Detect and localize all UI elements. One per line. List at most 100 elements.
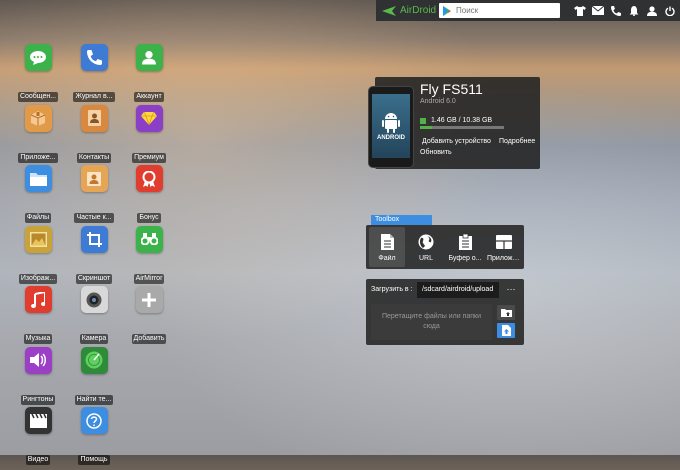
airdroid-arrow-icon (382, 5, 396, 16)
app-account[interactable]: Аккаунт (120, 44, 178, 107)
play-store-icon (443, 5, 451, 16)
app-label: Найти те... (74, 394, 114, 405)
device-name: Fly FS511 (420, 81, 483, 97)
airdroid-logo[interactable]: AirDroid (382, 5, 439, 16)
bell-icon[interactable] (626, 3, 641, 18)
plus-icon (135, 286, 163, 313)
app-label: Изображ... (18, 273, 58, 284)
badge-icon (135, 165, 163, 192)
app-folder[interactable]: Файлы (9, 165, 67, 228)
toolbox-tab[interactable]: Toolbox (371, 215, 432, 225)
app-label: Частые к... (74, 213, 114, 223)
clipboard-icon (458, 233, 472, 250)
app-label: Аккаунт (134, 92, 164, 102)
app-chat[interactable]: Сообщен... (9, 44, 67, 107)
speaker-icon (24, 346, 52, 374)
app-label: Камера (79, 334, 109, 344)
top-bar: AirDroid (376, 0, 680, 21)
app-call-log[interactable]: Журнал в... (65, 44, 123, 107)
app-label: Сообщен... (17, 92, 59, 102)
brand-name: AirDroid (400, 5, 437, 16)
call-log-icon (80, 44, 108, 71)
upload-folder-button[interactable] (497, 305, 515, 320)
camera-icon (80, 286, 108, 313)
app-contacts[interactable]: Контакты (65, 104, 123, 168)
app-help[interactable]: Помощь (65, 407, 123, 470)
app-badge[interactable]: Бонус (120, 165, 178, 228)
android-robot-icon (382, 113, 400, 133)
file-upload-icon (501, 325, 511, 336)
more-button[interactable]: ··· (503, 282, 519, 298)
storage-text: 1.46 GB / 10.38 GB (431, 117, 493, 124)
upload-to-label: Загрузить в : (371, 286, 413, 293)
upload-file-button[interactable] (497, 323, 515, 338)
image-icon (24, 225, 52, 253)
help-icon (80, 407, 108, 434)
diamond-icon (135, 104, 163, 132)
app-plus[interactable]: Добавить (120, 286, 178, 349)
app-label: Журнал в... (73, 92, 115, 102)
search-box[interactable] (439, 3, 560, 18)
app-label: AirMirror (133, 273, 165, 284)
app-radar[interactable]: Найти те... (65, 346, 123, 410)
upload-path-field[interactable]: /sdcard/airdroid/upload (417, 282, 499, 298)
tool-url[interactable]: URL (408, 227, 444, 267)
app-speaker[interactable]: Рингтоны (9, 346, 67, 410)
app-crop[interactable]: Скриншот (65, 225, 123, 289)
app-label: Добавить (131, 334, 167, 344)
app-clapper[interactable]: Видео (9, 407, 67, 470)
box-icon (24, 104, 52, 132)
storage-icon (420, 118, 426, 124)
drop-zone[interactable]: Перетащите файлы или папки сюда (371, 304, 492, 340)
app-box[interactable]: Приложе... (9, 104, 67, 168)
app-camera[interactable]: Камера (65, 286, 123, 349)
person-icon[interactable] (644, 3, 659, 18)
app-box-icon (496, 234, 512, 249)
folder-upload-icon (500, 309, 512, 317)
device-card: ANDROID Fly FS511 Android 6.0 1.46 GB / … (368, 77, 540, 169)
phone-icon[interactable] (608, 3, 623, 18)
search-input[interactable] (452, 4, 560, 17)
app-diamond[interactable]: Премиум (120, 104, 178, 168)
music-icon (24, 286, 52, 313)
os-version: Android 6.0 (420, 98, 456, 105)
crop-icon (80, 225, 108, 253)
frequent-contacts-icon (80, 165, 108, 192)
tshirt-icon[interactable] (572, 3, 587, 18)
power-icon[interactable] (662, 3, 677, 18)
phone-image: ANDROID (368, 86, 414, 168)
tool-label: URL (418, 255, 433, 262)
add-device-link[interactable]: Добавить устройство (422, 138, 491, 145)
refresh-link[interactable]: Обновить (420, 149, 452, 156)
tool-label: Файл (378, 255, 396, 262)
tool-label: Приложе... (487, 255, 521, 262)
account-icon (135, 44, 163, 71)
android-label: ANDROID (377, 135, 405, 141)
folder-icon (24, 165, 52, 192)
storage-bar (420, 126, 504, 129)
upload-panel: Загрузить в : /sdcard/airdroid/upload ··… (366, 279, 524, 345)
app-music[interactable]: Музыка (9, 286, 67, 349)
binoculars-icon (135, 225, 163, 253)
storage-fill (420, 126, 432, 129)
app-label: Контакты (76, 152, 112, 163)
app-label: Помощь (78, 455, 110, 465)
app-frequent-contacts[interactable]: Частые к... (65, 165, 123, 228)
radar-icon (80, 346, 108, 374)
tool-clipboard[interactable]: Буфер о... (447, 227, 483, 267)
tool-apps[interactable]: Приложе... (486, 227, 522, 267)
tool-label: Буфер о... (448, 255, 482, 262)
contacts-icon (80, 104, 108, 132)
mail-icon[interactable] (590, 3, 605, 18)
details-link[interactable]: Подробнее (499, 138, 535, 145)
app-binoculars[interactable]: AirMirror (120, 225, 178, 289)
app-label: Файлы (24, 213, 52, 223)
app-image[interactable]: Изображ... (9, 225, 67, 289)
app-label: Рингтоны (20, 394, 56, 405)
chat-icon (24, 44, 52, 71)
file-icon (380, 233, 394, 250)
app-label: Бонус (137, 213, 161, 223)
app-label: Музыка (23, 334, 53, 344)
app-label: Премиум (132, 152, 166, 163)
tool-file[interactable]: Файл (369, 227, 405, 267)
